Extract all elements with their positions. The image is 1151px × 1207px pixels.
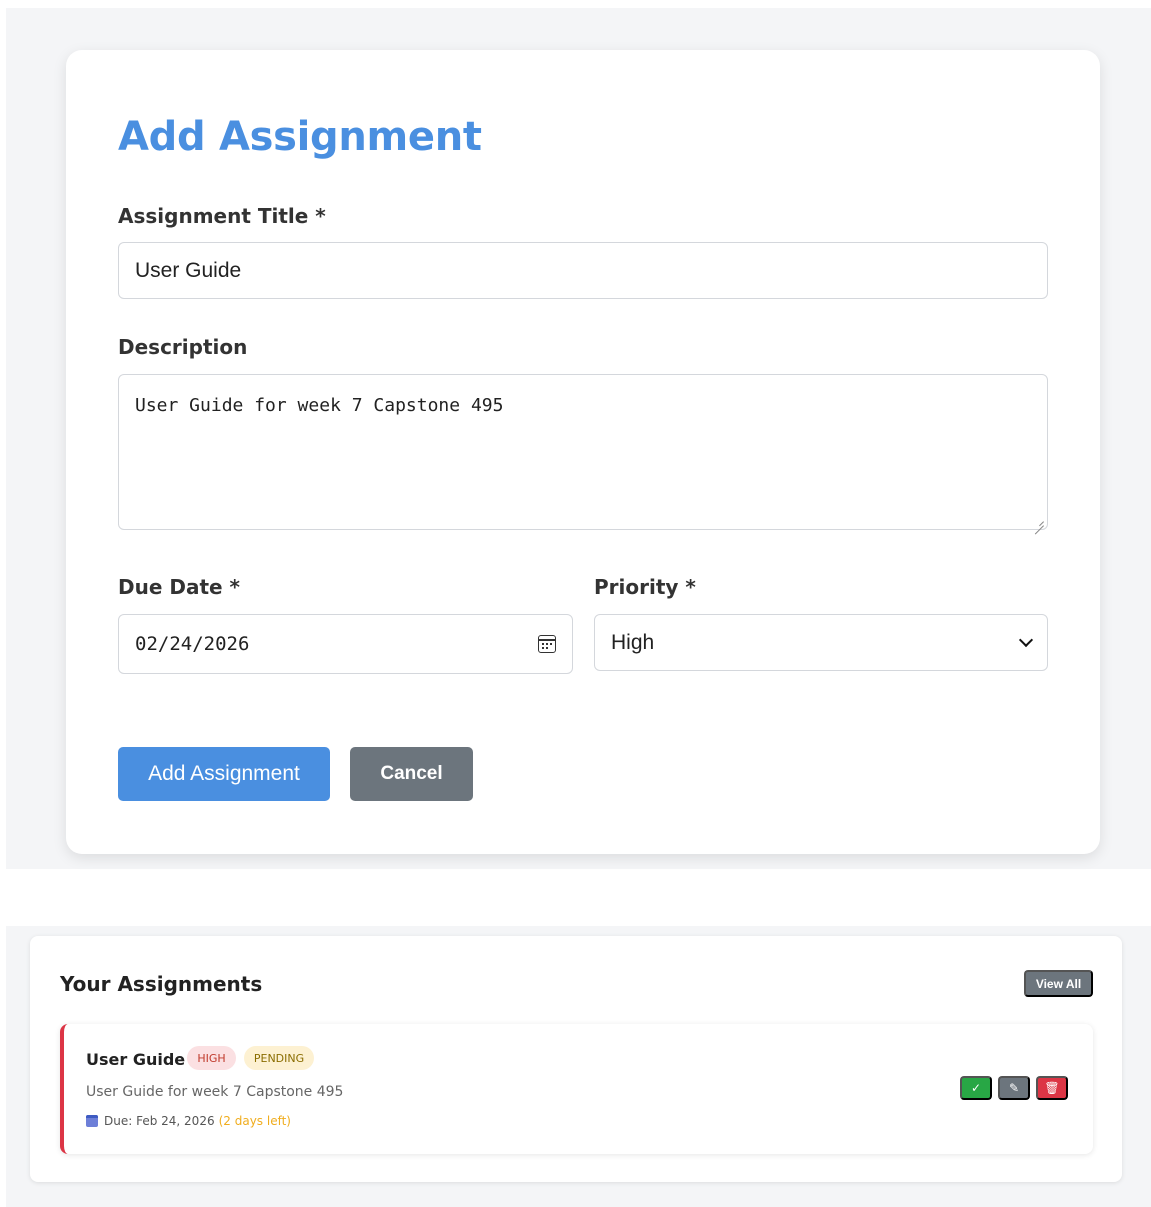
- title-label: Assignment Title *: [118, 204, 326, 228]
- assignment-item[interactable]: User Guide HIGH PENDING User Guide for w…: [60, 1024, 1093, 1154]
- assignments-title: Your Assignments: [60, 972, 263, 996]
- priority-label: Priority *: [594, 575, 696, 599]
- chevron-down-icon: [1018, 632, 1034, 648]
- assignment-title-value: User Guide: [135, 258, 242, 282]
- mark-complete-button[interactable]: ✓: [960, 1076, 992, 1100]
- calendar-icon[interactable]: [538, 635, 556, 653]
- assignment-item-due: Due: Feb 24, 2026 (2 days left): [86, 1114, 291, 1128]
- days-left-text: (2 days left): [218, 1114, 291, 1128]
- assignments-panel: Your Assignments View All User Guide HIG…: [6, 926, 1151, 1207]
- assignment-title-input[interactable]: User Guide: [118, 242, 1048, 299]
- pencil-icon: ✎: [1008, 1081, 1020, 1095]
- view-all-button[interactable]: View All: [1024, 970, 1093, 997]
- assignment-item-title: User Guide: [86, 1050, 186, 1069]
- cancel-button[interactable]: Cancel: [350, 747, 473, 801]
- due-date-input[interactable]: 02/24/2026: [118, 614, 573, 674]
- description-label: Description: [118, 335, 248, 359]
- priority-badge: HIGH: [187, 1046, 236, 1070]
- check-icon: ✓: [970, 1081, 982, 1095]
- add-assignment-button[interactable]: Add Assignment: [118, 747, 330, 801]
- description-textarea[interactable]: User Guide for week 7 Capstone 495: [118, 374, 1048, 530]
- due-date-label: Due Date *: [118, 575, 241, 599]
- due-date-text: Due: Feb 24, 2026: [104, 1114, 215, 1128]
- calendar-icon: [86, 1115, 98, 1127]
- trash-icon: 🗑: [1044, 1081, 1060, 1095]
- status-badge: PENDING: [244, 1046, 314, 1070]
- priority-value: High: [611, 630, 655, 654]
- edit-button[interactable]: ✎: [998, 1076, 1030, 1100]
- priority-select[interactable]: High: [594, 614, 1048, 671]
- form-title: Add Assignment: [118, 114, 482, 160]
- resize-grip-icon[interactable]: [1034, 516, 1044, 526]
- delete-button[interactable]: 🗑: [1036, 1076, 1068, 1100]
- description-value: User Guide for week 7 Capstone 495: [135, 395, 504, 416]
- due-date-value: 02/24/2026: [135, 633, 250, 655]
- add-assignment-panel: Add Assignment Assignment Title * User G…: [6, 8, 1151, 869]
- assignments-card: Your Assignments View All User Guide HIG…: [30, 936, 1122, 1182]
- add-assignment-form: Add Assignment Assignment Title * User G…: [66, 50, 1100, 854]
- assignment-item-description: User Guide for week 7 Capstone 495: [86, 1084, 344, 1100]
